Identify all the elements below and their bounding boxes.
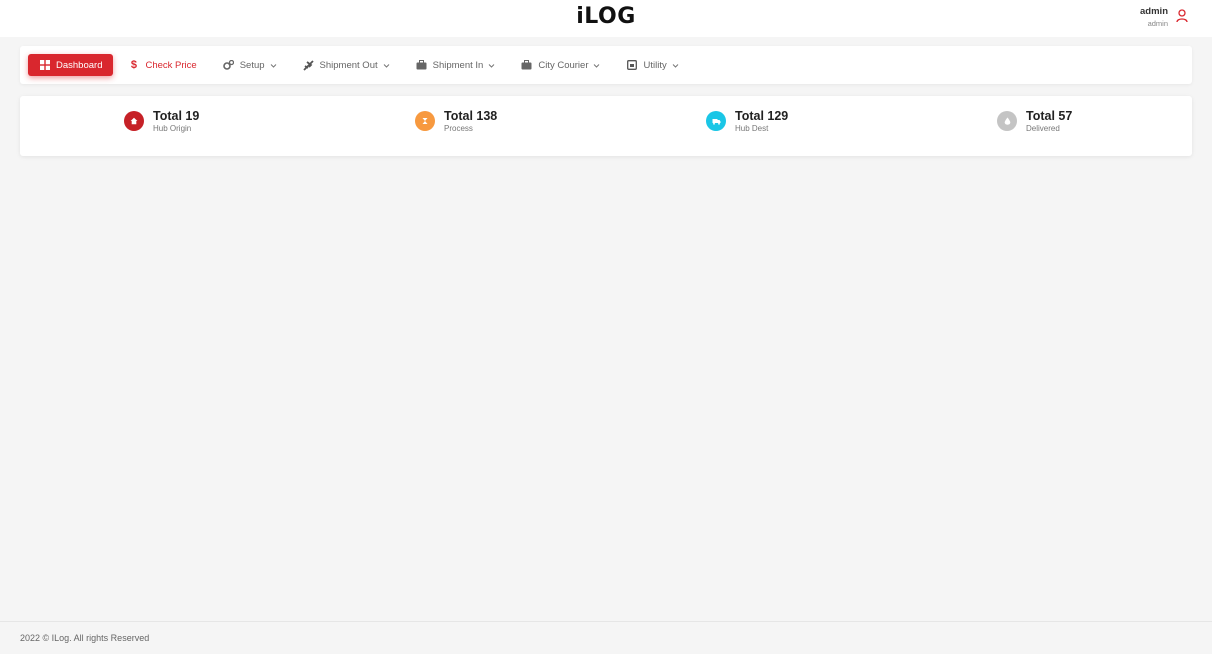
chevron-down-icon [383,62,390,69]
main-navbar: Dashboard $ Check Price Setup Shipment O… [20,46,1192,84]
chevron-down-icon [488,62,495,69]
stats-card: Total 19 Hub Origin Total 138 Process To… [20,96,1192,156]
stat-total: Total 19 [153,109,200,123]
calendar-icon [626,60,637,71]
hourglass-icon [415,111,435,131]
stat-hub-origin: Total 19 Hub Origin [124,109,199,133]
stat-total: Total 129 [735,109,789,123]
nav-city-courier[interactable]: City Courier [510,54,611,76]
nav-setup[interactable]: Setup [212,54,288,76]
drop-icon [997,111,1017,131]
stat-label: Hub Dest [735,124,769,133]
top-bar: iLOG admin admin [0,0,1212,37]
grid-icon [39,60,50,71]
briefcase-icon [521,60,532,71]
stat-label: Delivered [1026,124,1060,133]
nav-city-courier-label: City Courier [538,59,589,71]
nav-check-price-label: Check Price [145,59,197,71]
home-icon [124,111,144,131]
chevron-down-icon [270,62,277,69]
nav-shipment-out[interactable]: Shipment Out [292,54,401,76]
nav-check-price[interactable]: $ Check Price [117,54,207,76]
chevron-down-icon [672,62,679,69]
nav-shipment-in-label: Shipment In [432,59,484,71]
nav-dashboard-label: Dashboard [56,59,103,71]
stat-total: Total 138 [444,109,498,123]
nav-shipment-out-label: Shipment Out [319,59,378,71]
truck-icon [706,111,726,131]
chevron-down-icon [593,62,600,69]
copyright-text: 2022 © ILog. All rights Reserved [20,633,150,643]
nav-dashboard[interactable]: Dashboard [28,54,114,76]
user-menu[interactable]: admin admin [1140,6,1168,28]
app-logo[interactable]: iLOG [0,4,1212,29]
stat-label: Hub Origin [153,124,192,133]
plane-icon [302,59,314,71]
dollar-icon: $ [130,59,138,71]
user-name: admin [1140,6,1168,17]
user-role: admin [1147,19,1168,28]
stat-process: Total 138 Process [415,109,497,133]
gears-icon [222,59,234,71]
stat-delivered: Total 57 Delivered [997,109,1072,133]
nav-utility[interactable]: Utility [615,54,689,76]
briefcase-icon [416,60,427,71]
nav-setup-label: Setup [239,59,265,71]
stat-hub-dest: Total 129 Hub Dest [706,109,788,133]
nav-utility-label: Utility [643,59,667,71]
stat-total: Total 57 [1026,109,1073,123]
stat-label: Process [444,124,473,133]
user-icon[interactable] [1176,9,1188,23]
footer: 2022 © ILog. All rights Reserved [0,621,1212,654]
nav-shipment-in[interactable]: Shipment In [405,54,507,76]
